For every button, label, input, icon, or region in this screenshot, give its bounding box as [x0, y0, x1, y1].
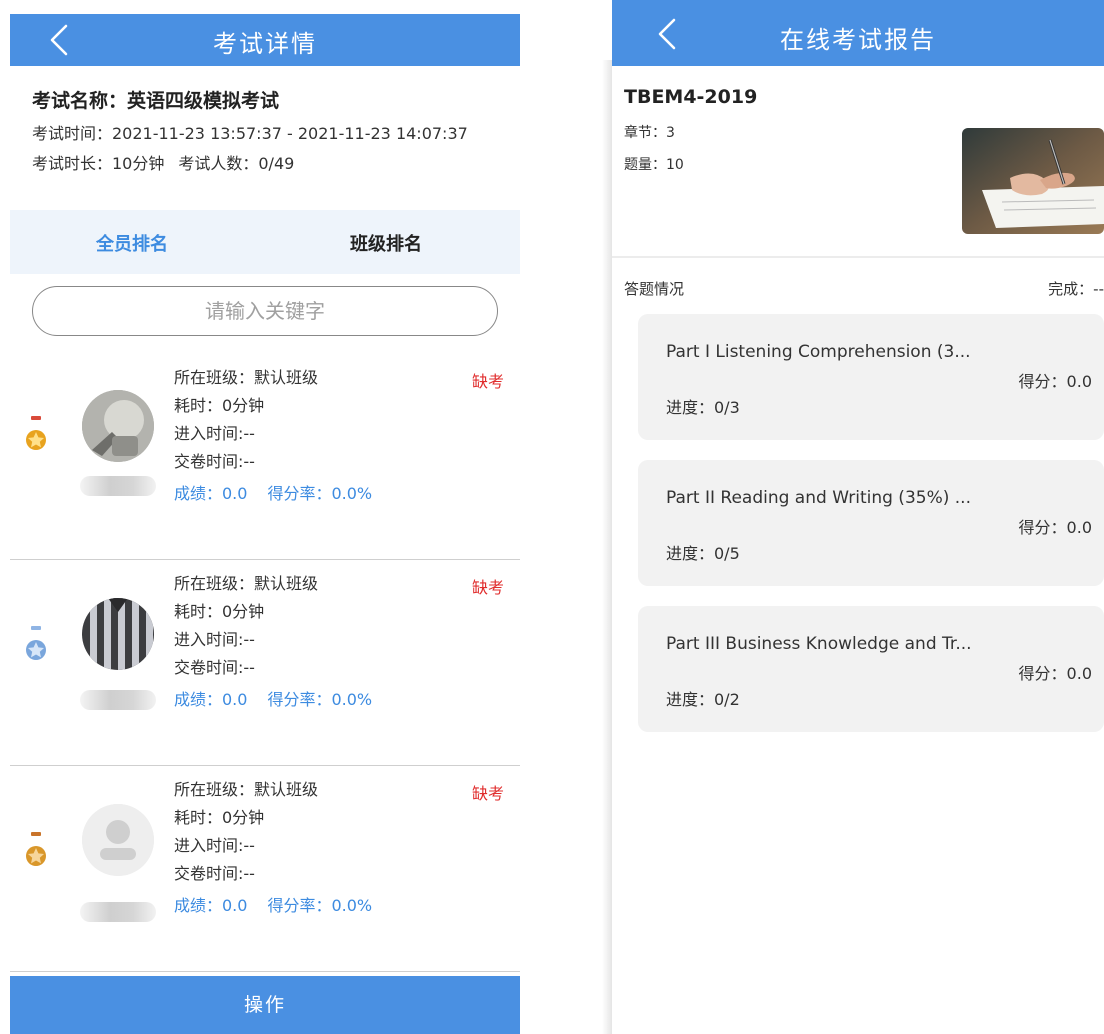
exam-report-screen: 在线考试报告 TBEM4-2019 章节：3 题量：10 答题情况 完成：-- … — [612, 0, 1104, 1034]
score-line: 成绩：0.0 得分率：0.0% — [174, 892, 372, 920]
submit-time: 交卷时间:-- — [174, 658, 255, 677]
part-score: 得分：0.0 — [1018, 518, 1092, 537]
enter-time: 进入时间:-- — [174, 836, 255, 855]
part-progress: 进度：0/3 — [666, 398, 740, 417]
time-spent: 耗时：0分钟 — [174, 808, 265, 827]
class-name: 所在班级：默认班级 — [174, 574, 319, 593]
status-badge: 缺考 — [471, 578, 504, 597]
part-card[interactable]: Part I Listening Comprehension (3... 得分：… — [638, 314, 1104, 440]
part-score: 得分：0.0 — [1018, 372, 1092, 391]
part-title: Part III Business Knowledge and Tr... — [666, 634, 972, 654]
enter-time: 进入时间:-- — [174, 630, 255, 649]
score-rate: 得分率：0.0% — [267, 690, 373, 709]
score-line: 成绩：0.0 得分率：0.0% — [174, 480, 372, 508]
ranking-tabs: 全员排名 班级排名 — [10, 210, 520, 274]
score-rate: 得分率：0.0% — [267, 896, 373, 915]
row-divider — [10, 971, 520, 972]
status-badge: 缺考 — [471, 784, 504, 803]
medal-icon — [24, 828, 48, 874]
student-row[interactable]: 所在班级：默认班级 耗时：0分钟 进入时间:-- 交卷时间:-- 成绩：0.0 得… — [10, 766, 520, 972]
exam-meta: 考试时长：10分钟 考试人数：0/49 — [32, 150, 502, 174]
tab-all-ranking[interactable]: 全员排名 — [96, 230, 168, 256]
score: 成绩：0.0 — [174, 896, 248, 915]
part-card[interactable]: Part II Reading and Writing (35%) ... 得分… — [638, 460, 1104, 586]
exam-code: TBEM4-2019 — [624, 86, 758, 108]
submit-time: 交卷时间:-- — [174, 452, 255, 471]
score: 成绩：0.0 — [174, 484, 248, 503]
section-divider — [612, 256, 1104, 258]
exam-name: 考试名称：英语四级模拟考试 — [32, 90, 280, 112]
part-progress: 进度：0/5 — [666, 544, 740, 563]
time-spent: 耗时：0分钟 — [174, 396, 265, 415]
exam-participants: 考试人数：0/49 — [178, 154, 295, 173]
search-input[interactable] — [33, 287, 497, 335]
page-title: 考试详情 — [213, 30, 317, 58]
avatar — [82, 804, 154, 876]
student-name-blurred — [80, 902, 156, 922]
screen-shadow — [602, 60, 612, 1034]
part-title: Part II Reading and Writing (35%) ... — [666, 488, 971, 508]
student-detail: 所在班级：默认班级 耗时：0分钟 进入时间:-- 交卷时间:-- 成绩：0.0 得… — [174, 570, 372, 714]
class-name: 所在班级：默认班级 — [174, 780, 319, 799]
avatar — [82, 390, 154, 462]
part-card[interactable]: Part III Business Knowledge and Tr... 得分… — [638, 606, 1104, 732]
score-rate: 得分率：0.0% — [267, 484, 373, 503]
avatar — [82, 598, 154, 670]
student-name-blurred — [80, 690, 156, 710]
student-row[interactable]: 所在班级：默认班级 耗时：0分钟 进入时间:-- 交卷时间:-- 成绩：0.0 得… — [10, 354, 520, 560]
score-line: 成绩：0.0 得分率：0.0% — [174, 686, 372, 714]
score: 成绩：0.0 — [174, 690, 248, 709]
completion-label: 完成：-- — [1048, 280, 1104, 298]
medal-icon — [24, 622, 48, 668]
header-bar: 考试详情 — [10, 14, 520, 66]
status-badge: 缺考 — [471, 372, 504, 391]
exam-thumbnail — [962, 128, 1104, 234]
student-row[interactable]: 所在班级：默认班级 耗时：0分钟 进入时间:-- 交卷时间:-- 成绩：0.0 得… — [10, 560, 520, 766]
part-title: Part I Listening Comprehension (3... — [666, 342, 971, 362]
class-name: 所在班级：默认班级 — [174, 368, 319, 387]
submit-time: 交卷时间:-- — [174, 864, 255, 883]
page-title: 在线考试报告 — [780, 26, 936, 54]
medal-icon — [24, 412, 48, 458]
student-name-blurred — [80, 476, 156, 496]
action-button[interactable]: 操作 — [10, 976, 520, 1034]
exam-time: 考试时间：2021-11-23 13:57:37 - 2021-11-23 14… — [32, 124, 468, 143]
enter-time: 进入时间:-- — [174, 424, 255, 443]
search-box — [32, 286, 498, 336]
part-progress: 进度：0/2 — [666, 690, 740, 709]
student-detail: 所在班级：默认班级 耗时：0分钟 进入时间:-- 交卷时间:-- 成绩：0.0 得… — [174, 364, 372, 508]
exam-duration: 考试时长：10分钟 — [32, 154, 165, 173]
tab-class-ranking[interactable]: 班级排名 — [350, 230, 422, 256]
time-spent: 耗时：0分钟 — [174, 602, 265, 621]
header-bar: 在线考试报告 — [612, 0, 1104, 66]
exam-detail-screen: 考试详情 考试名称：英语四级模拟考试 考试时间：2021-11-23 13:57… — [10, 14, 520, 1034]
answer-section-label: 答题情况 — [624, 280, 685, 298]
exam-info: 考试名称：英语四级模拟考试 考试时间：2021-11-23 13:57:37 -… — [32, 86, 502, 174]
part-score: 得分：0.0 — [1018, 664, 1092, 683]
student-detail: 所在班级：默认班级 耗时：0分钟 进入时间:-- 交卷时间:-- 成绩：0.0 得… — [174, 776, 372, 920]
